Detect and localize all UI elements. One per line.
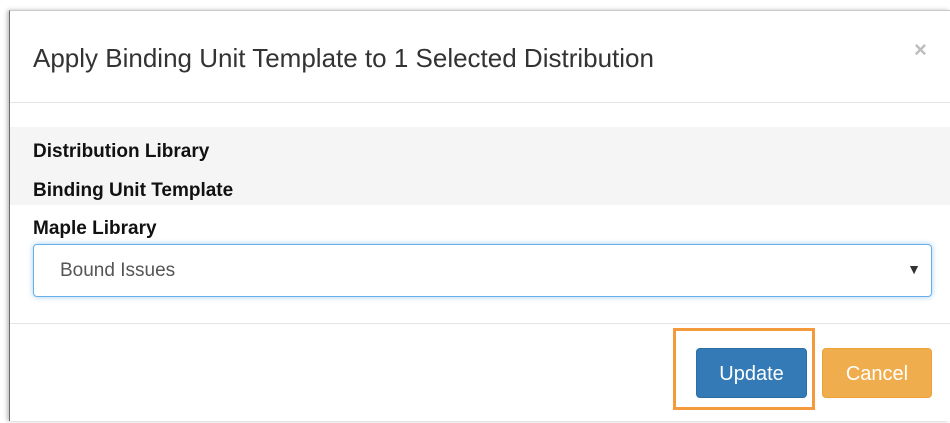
distribution-library-label: Distribution Library [33,141,210,162]
dialog-title: Apply Binding Unit Template to 1 Selecte… [33,43,654,73]
dialog-body: Distribution Library Binding Unit Templa… [10,103,950,323]
cancel-button[interactable]: Cancel [822,348,932,398]
binding-unit-template-label: Binding Unit Template [33,180,234,201]
library-name-label: Maple Library [33,218,157,239]
select-selected-value: Bound Issues [60,260,176,281]
binding-template-select[interactable]: Bound Issues ▼ [33,244,932,297]
apply-template-dialog: Apply Binding Unit Template to 1 Selecte… [9,10,950,421]
chevron-down-icon: ▼ [907,261,921,277]
update-button[interactable]: Update [696,348,807,398]
dialog-header: Apply Binding Unit Template to 1 Selecte… [10,11,950,103]
dialog-footer: Update Cancel [10,323,950,423]
close-icon[interactable]: × [914,37,927,63]
